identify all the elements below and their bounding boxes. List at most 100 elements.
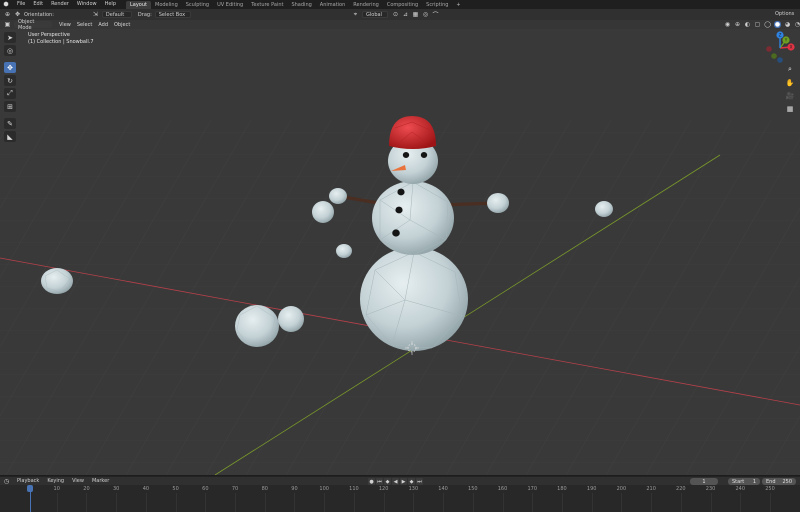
tool-settings-bar: ⊕ ✥ Orientation: ⇲ Default Drag: Select … [0,9,800,20]
tab-sculpting[interactable]: Sculpting [182,1,213,9]
menu-view-timeline[interactable]: View [68,478,88,484]
zoom-icon[interactable]: ⌕ [784,64,796,75]
snowball-right[interactable] [595,201,613,217]
frame-gridline [86,493,88,512]
play-reverse-icon[interactable]: ◀ [392,478,399,485]
end-value: 250 [782,478,792,485]
frame-tick-label: 40 [142,486,150,492]
drag-dropdown[interactable]: Select Box [154,11,191,18]
tab-texture-paint[interactable]: Texture Paint [247,1,287,9]
transform-tool-icon[interactable]: ✥ [14,11,21,18]
start-frame-field[interactable]: Start 1 [728,478,760,485]
tab-compositing[interactable]: Compositing [383,1,422,9]
pivot-icon[interactable]: ⇲ [92,11,99,18]
menu-select[interactable]: Select [74,22,95,28]
gizmo-toggle-icon[interactable]: ⊕ [734,21,741,28]
prev-keyframe-icon[interactable]: ◆ [384,478,391,485]
rendered-shading-icon[interactable]: ◔ [794,21,800,28]
record-icon[interactable]: ● [368,478,375,485]
frame-gridline [561,493,563,512]
scale-tool-icon[interactable]: ⤢ [4,88,16,99]
snowball-near-left-hand[interactable] [312,201,334,223]
navigation-gizmo[interactable]: X Y Z [762,30,798,66]
menu-view[interactable]: View [56,22,74,28]
transform-orientation-dropdown[interactable]: Global [362,11,388,18]
frame-tick-label: 90 [291,486,298,492]
overlay-toggle-icon[interactable]: ◐ [744,21,751,28]
current-frame-field[interactable]: 1 [690,478,718,485]
wireframe-shading-icon[interactable]: ◯ [764,21,771,28]
jump-end-icon[interactable]: ⏭ [416,478,423,485]
visibility-icon[interactable]: ◉ [724,21,731,28]
select-tool-icon[interactable]: ➤ [4,32,16,43]
menu-window[interactable]: Window [73,0,101,9]
add-workspace-button[interactable]: + [452,1,464,9]
active-object-label: (1) Collection | Snowball.7 [28,39,94,45]
cursor-tool-icon[interactable]: ◎ [4,45,16,56]
mode-value: Object Mode [18,18,35,31]
timeline-menu: Playback Keying View Marker [13,478,113,484]
frame-tick-label: 70 [231,486,239,492]
xray-icon[interactable]: ▢ [754,21,761,28]
snap-target-icon[interactable]: ▦ [412,11,419,18]
menu-help[interactable]: Help [101,0,120,9]
viewport-scene[interactable] [0,20,800,475]
menu-render[interactable]: Render [47,0,73,9]
timeline-editor-icon[interactable]: ◷ [3,478,10,485]
snowball-small-mid[interactable] [336,244,352,258]
rotate-tool-icon[interactable]: ↻ [4,75,16,86]
menu-marker[interactable]: Marker [88,478,113,484]
viewport-menu: View Select Add Object [56,22,133,28]
menu-keying[interactable]: Keying [43,478,68,484]
solid-shading-icon[interactable]: ● [774,21,781,28]
tab-modeling[interactable]: Modeling [151,1,182,9]
playhead[interactable] [27,485,33,492]
next-keyframe-icon[interactable]: ◆ [408,478,415,485]
snap-icon[interactable]: ⊿ [402,11,409,18]
mode-dropdown[interactable]: Object Mode [14,18,52,31]
snowball-left[interactable] [41,268,73,294]
material-shading-icon[interactable]: ◕ [784,21,791,28]
pan-hand-icon[interactable]: ✋ [784,77,796,88]
blender-logo-icon[interactable]: ⬢ [2,1,10,8]
tab-rendering[interactable]: Rendering [349,1,383,9]
3d-viewport[interactable] [0,20,800,475]
measure-tool-icon[interactable]: ◣ [4,131,16,142]
snowball-small-front[interactable] [278,306,304,332]
frame-tick-label: 60 [202,486,209,492]
orientation-dropdown[interactable]: Default [101,11,132,18]
annotate-tool-icon[interactable]: ✎ [4,118,16,129]
timeline-body[interactable]: 1102030405060708090100110120130140150160… [0,485,800,512]
perspective-toggle-icon[interactable]: ▦ [784,103,796,114]
pivot-point-icon[interactable]: ⊙ [392,11,399,18]
proportional-editing-icon[interactable]: ◎ [422,11,429,18]
viewport-info: User Perspective (1) Collection | Snowba… [28,32,94,46]
frame-gridline [532,493,534,512]
tab-shading[interactable]: Shading [287,1,315,9]
editor-type-icon[interactable]: ⊕ [4,11,11,18]
transform-orientation-icon[interactable]: ⌖ [352,11,359,18]
menu-edit[interactable]: Edit [29,0,47,9]
tab-animation[interactable]: Animation [316,1,350,9]
transform-tool-icon[interactable]: ⊞ [4,101,16,112]
jump-start-icon[interactable]: ⏮ [376,478,383,485]
tab-uv-editing[interactable]: UV Editing [213,1,247,9]
menu-object[interactable]: Object [111,22,133,28]
menu-add[interactable]: Add [95,22,111,28]
main-menu: File Edit Render Window Help [13,0,120,9]
tab-layout[interactable]: Layout [126,0,151,9]
menu-playback[interactable]: Playback [13,478,43,484]
start-label: Start [732,478,745,485]
falloff-icon[interactable]: ⌒ [432,11,439,19]
options-menu[interactable]: Options [775,11,794,17]
tab-scripting[interactable]: Scripting [422,1,452,9]
camera-view-icon[interactable]: 🎥 [784,90,796,101]
frame-gridline [502,493,504,512]
move-tool-icon[interactable]: ✥ [4,62,16,73]
end-frame-field[interactable]: End 250 [762,478,796,485]
view-perspective-label: User Perspective [28,32,70,38]
play-icon[interactable]: ▶ [400,478,407,485]
snowball-large-front[interactable] [235,305,279,347]
current-frame-value: 1 [702,478,706,485]
menu-file[interactable]: File [13,0,29,9]
